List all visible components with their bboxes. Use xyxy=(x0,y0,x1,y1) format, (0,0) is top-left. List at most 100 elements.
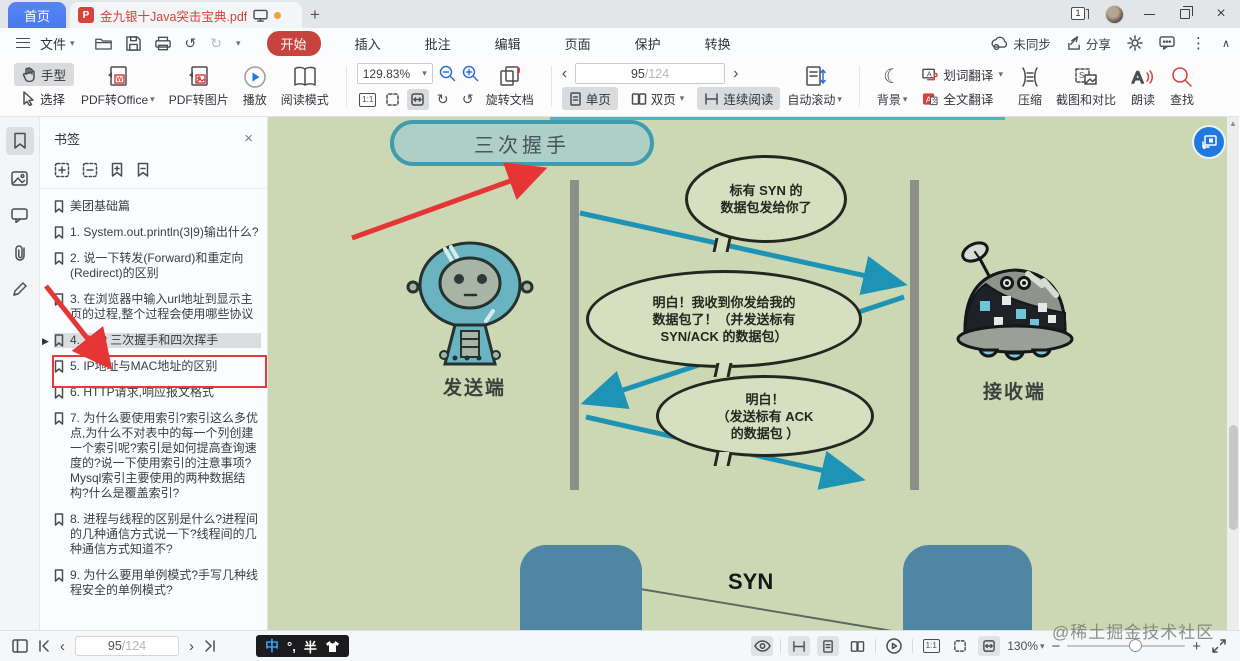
collapse-ribbon-button[interactable]: ∧ xyxy=(1222,37,1230,50)
fit-width-button[interactable] xyxy=(978,636,1001,656)
actual-size-button[interactable]: 1:1 xyxy=(920,636,942,656)
feedback-button[interactable] xyxy=(1159,36,1175,50)
scrollbar-thumb[interactable] xyxy=(1228,425,1238,530)
tab-page[interactable]: 页面 xyxy=(555,31,601,56)
user-avatar[interactable] xyxy=(1105,4,1124,24)
next-page-button[interactable]: › xyxy=(733,65,738,83)
tab-protect[interactable]: 保护 xyxy=(625,31,671,56)
qat-more-button[interactable]: ▾ xyxy=(236,38,241,49)
actual-size-button[interactable]: 1:1 xyxy=(357,89,379,110)
background-button[interactable]: ☾ 背景 ▾ xyxy=(870,62,915,111)
tab-edit[interactable]: 编辑 xyxy=(485,31,531,56)
expand-all-button[interactable] xyxy=(54,162,70,178)
eye-protect-button[interactable] xyxy=(751,636,774,656)
hand-tool-button[interactable]: 手型 xyxy=(14,63,75,86)
first-page-button[interactable] xyxy=(38,640,50,652)
next-page-button[interactable]: › xyxy=(189,638,194,655)
toggle-panel-button[interactable] xyxy=(12,639,28,653)
comments-panel-button[interactable] xyxy=(6,201,34,229)
read-mode-button[interactable]: 阅读模式 xyxy=(274,62,336,111)
fit-width-button[interactable] xyxy=(406,89,429,110)
single-page-button[interactable] xyxy=(817,636,840,656)
close-button[interactable]: × xyxy=(1210,4,1232,24)
pdf-to-image-button[interactable]: PDF转图片 xyxy=(162,62,236,111)
delete-bookmark-button[interactable] xyxy=(136,162,150,178)
attachments-panel-button[interactable] xyxy=(6,238,34,266)
fit-page-button[interactable] xyxy=(382,89,404,110)
single-page-button[interactable]: 单页 xyxy=(561,87,618,110)
collapse-all-button[interactable] xyxy=(82,162,98,178)
thumbnails-panel-button[interactable] xyxy=(6,164,34,192)
home-tab[interactable]: 首页 xyxy=(8,2,66,28)
rotate-document-button[interactable]: 旋转文档 xyxy=(479,62,541,111)
undo-button[interactable]: ↺ xyxy=(185,35,197,52)
tab-comment[interactable]: 批注 xyxy=(415,31,461,56)
restore-button[interactable] xyxy=(1174,4,1196,24)
zoom-slider[interactable] xyxy=(1067,639,1186,652)
save-button[interactable] xyxy=(125,35,141,51)
tab-start[interactable]: 开始 xyxy=(266,30,321,56)
scroll-up-arrow[interactable]: ▲ xyxy=(1229,119,1237,128)
signature-panel-button[interactable] xyxy=(6,275,34,303)
word-translate-button[interactable]: A 划词翻译 ▾ xyxy=(914,63,1011,86)
pdf-page[interactable]: 三次握手 标有 SYN 的 数据包发给你了 明白！我收到你发给我的 数据包了！（… xyxy=(268,117,1227,630)
minimize-button[interactable] xyxy=(1138,4,1160,24)
panel-close-button[interactable]: × xyxy=(244,130,253,147)
document-tab[interactable]: P 金九银十Java突击宝典.pdf xyxy=(70,2,302,28)
full-translate-button[interactable]: A文 全文翻译 xyxy=(914,87,1011,110)
play-button[interactable]: 播放 xyxy=(236,62,274,111)
read-aloud-button[interactable]: A 朗读 xyxy=(1123,62,1163,111)
double-page-button[interactable] xyxy=(846,636,868,656)
ime-indicator[interactable]: 中 °, 半 xyxy=(256,635,349,657)
vertical-scrollbar[interactable]: ▲ xyxy=(1227,117,1239,630)
auto-scroll-button[interactable]: 自动滚动 ▾ xyxy=(780,62,849,111)
bookmark-item[interactable]: 美团基础篇 xyxy=(54,199,261,214)
prev-page-button[interactable]: ‹ xyxy=(60,638,65,655)
sync-status-button[interactable]: 未同步 xyxy=(991,34,1051,53)
double-page-button[interactable]: 双页 ▾ xyxy=(624,87,692,110)
window-list-button[interactable]: 1 xyxy=(1071,6,1091,22)
compress-button[interactable]: 压缩 xyxy=(1011,62,1049,111)
bookmark-item[interactable]: 7. 为什么要使用索引?索引这么多优点,为什么不对表中的每一个列创建一个索引呢?… xyxy=(54,411,261,501)
bookmarks-panel-button[interactable] xyxy=(5,127,34,155)
redo-button[interactable]: ↻ xyxy=(210,35,222,52)
prev-page-button[interactable]: ‹ xyxy=(562,65,567,83)
bookmark-item[interactable]: 2. 说一下转发(Forward)和重定向(Redirect)的区别 xyxy=(54,251,261,281)
presentation-icon[interactable] xyxy=(253,9,268,22)
open-file-button[interactable] xyxy=(94,36,112,51)
add-bookmark-button[interactable] xyxy=(110,162,124,178)
play-button[interactable] xyxy=(883,636,905,656)
bookmark-item[interactable]: 3. 在浏览器中输入url地址到显示主页的过程,整个过程会使用哪些协议 xyxy=(54,292,261,322)
print-button[interactable] xyxy=(154,36,171,51)
screenshot-compare-button[interactable]: S 截图和对比 xyxy=(1049,62,1123,111)
select-tool-button[interactable]: 选择 xyxy=(14,87,74,110)
find-button[interactable]: 查找 xyxy=(1163,62,1201,111)
expand-arrow-icon[interactable]: ▶ xyxy=(42,334,49,349)
tab-convert[interactable]: 转换 xyxy=(695,31,741,56)
zoom-in-button[interactable] xyxy=(462,65,479,82)
bookmark-item[interactable]: 9. 为什么要用单例模式?手写几种线程安全的单例模式? xyxy=(54,568,261,598)
last-page-button[interactable] xyxy=(204,640,216,652)
bookmark-item[interactable]: 1. System.out.println(3|9)输出什么? xyxy=(54,225,261,240)
zoom-level[interactable]: 130% ▾ xyxy=(1007,639,1044,653)
chevron-down-icon: ▾ xyxy=(150,94,155,104)
fit-page-button[interactable] xyxy=(949,636,971,656)
new-tab-button[interactable]: + xyxy=(302,2,328,28)
zoom-out-button[interactable] xyxy=(439,65,456,82)
continuous-read-button[interactable]: 连续阅读 xyxy=(697,87,781,110)
bookmark-item-selected[interactable]: ▶ 4. TCP 三次握手和四次挥手 xyxy=(42,333,261,348)
file-menu-button[interactable]: 文件 ▾ xyxy=(10,30,81,57)
continuous-read-button[interactable] xyxy=(788,636,811,656)
page-number-input[interactable]: 95/124 xyxy=(575,63,726,84)
pdf-to-office-button[interactable]: W PDF转Office ▾ xyxy=(74,62,162,111)
rotate-ccw-button[interactable]: ↺ xyxy=(457,89,479,110)
rotate-cw-button[interactable]: ↻ xyxy=(432,89,454,110)
page-number-input[interactable]: 95/124 xyxy=(75,636,179,656)
zoom-value-select[interactable]: 129.83% ▾ xyxy=(356,63,433,84)
share-button[interactable]: 分享 xyxy=(1067,34,1111,53)
settings-button[interactable] xyxy=(1127,35,1143,51)
convert-float-button[interactable] xyxy=(1194,127,1224,157)
bookmark-item[interactable]: 8. 进程与线程的区别是什么?进程间的几种通信方式说一下?线程间的几种通信方式知… xyxy=(54,512,261,557)
more-menu-button[interactable]: ⋮ xyxy=(1191,34,1206,52)
tab-insert[interactable]: 插入 xyxy=(345,31,391,56)
